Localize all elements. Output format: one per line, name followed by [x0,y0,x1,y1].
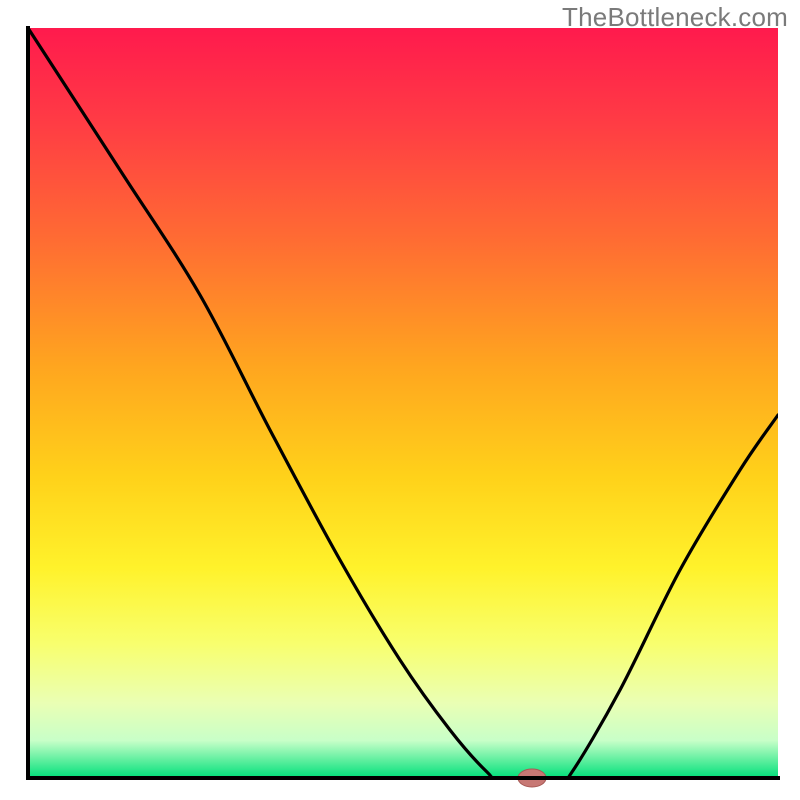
chart-stage: TheBottleneck.com [0,0,800,800]
bottleneck-chart [0,0,800,800]
